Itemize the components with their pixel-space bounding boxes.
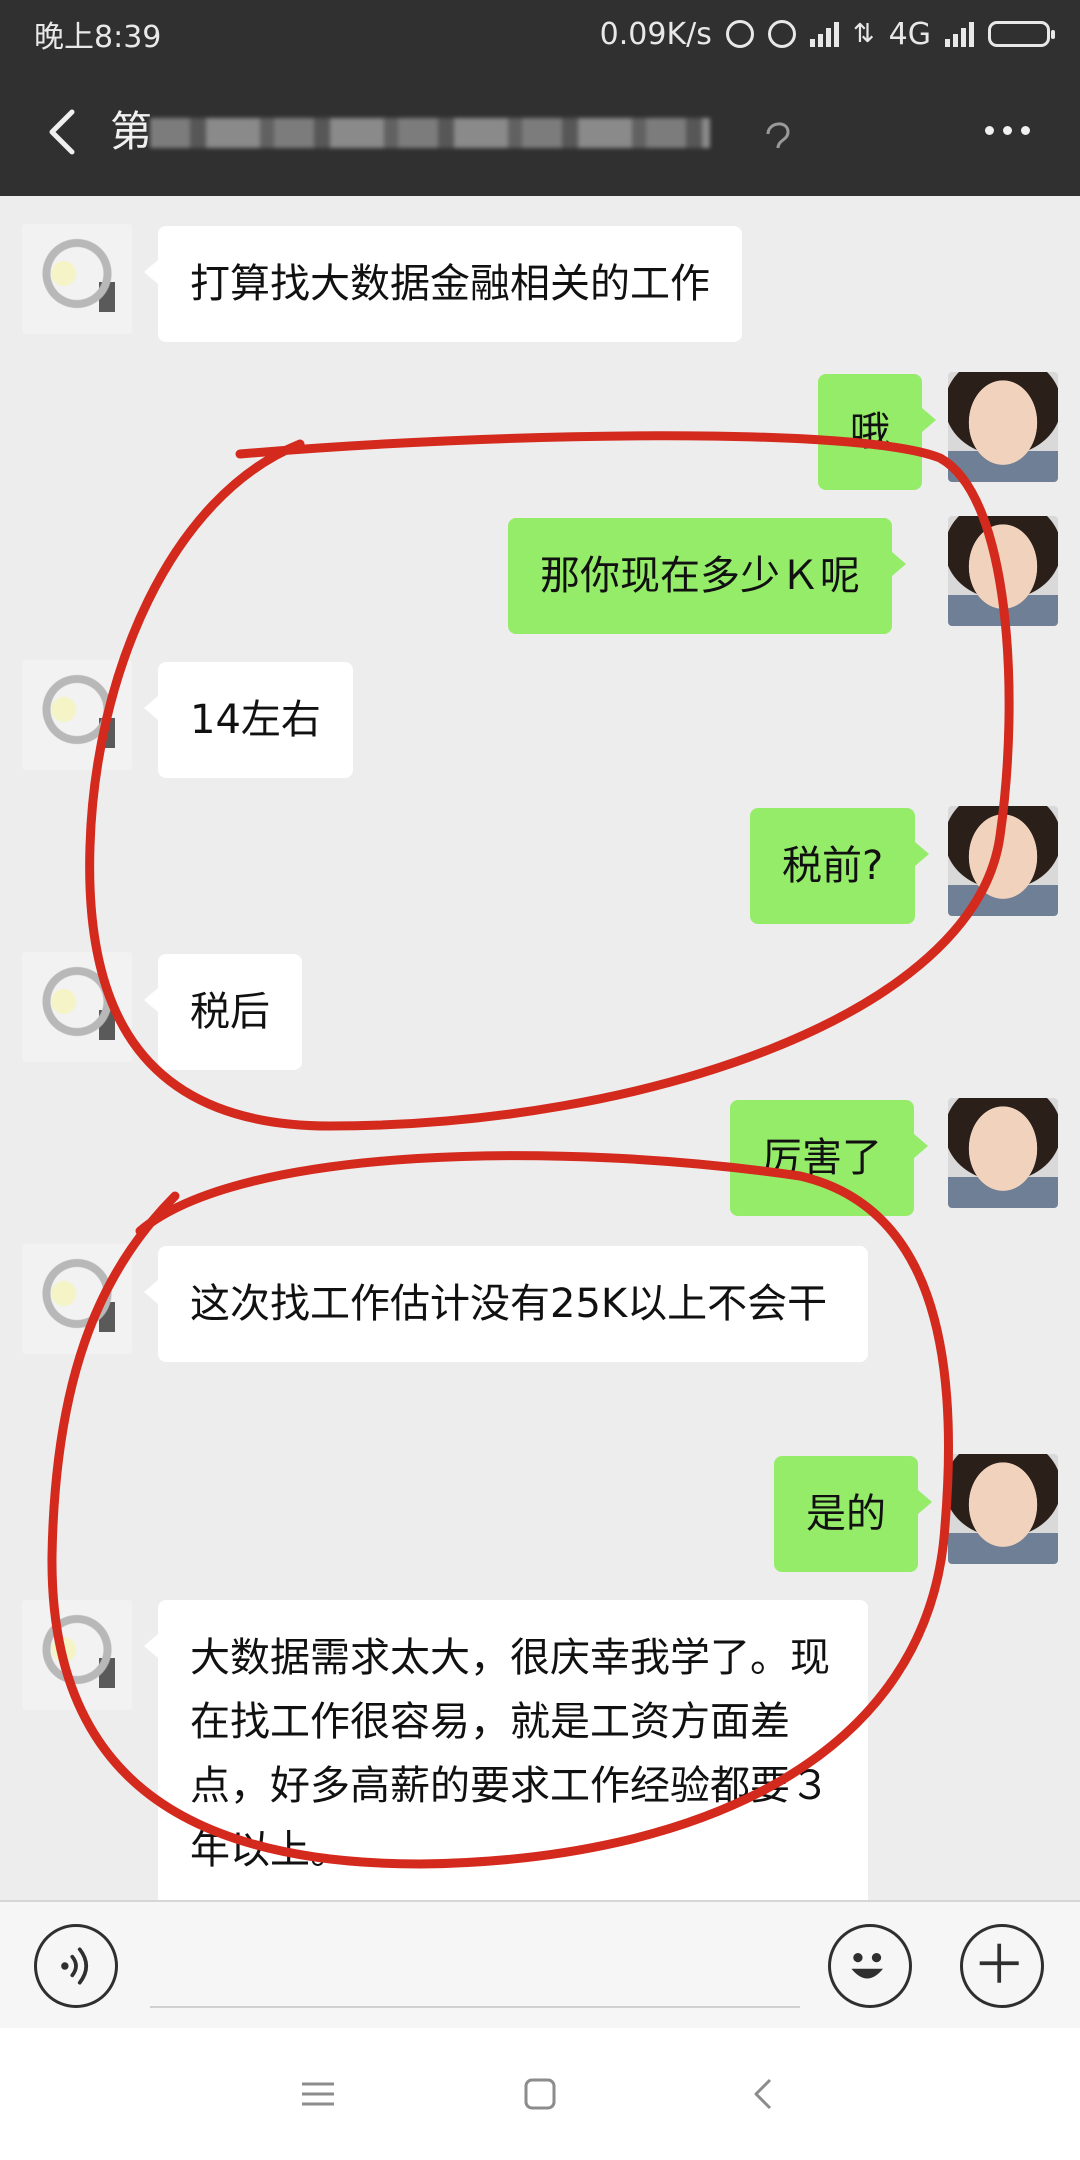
- cell-signal-icon: [945, 21, 974, 47]
- voice-icon: [61, 1947, 89, 1985]
- message-bubble-received[interactable]: 打算找大数据金融相关的工作: [144, 226, 742, 342]
- status-time: 晚上8:39: [34, 20, 162, 55]
- my-avatar[interactable]: [948, 1454, 1058, 1564]
- back-nav-icon[interactable]: [738, 2068, 790, 2120]
- ear-icon: [766, 122, 790, 149]
- message-bubble-received[interactable]: 大数据需求太大，很庆幸我学了。现在找工作很容易，就是工资方面差点，好多高薪的要求…: [144, 1600, 868, 1900]
- net-speed: 0.09K/s: [599, 16, 712, 52]
- message-input[interactable]: [150, 1924, 800, 2008]
- message-bubble-sent[interactable]: 那你现在多少Ｋ呢: [508, 518, 906, 634]
- status-bar: 晚上8:39 0.09K/s ⇅ 4G: [0, 0, 1080, 68]
- system-nav-bar: [0, 2028, 1080, 2160]
- status-icons: 0.09K/s ⇅ 4G: [599, 10, 1055, 58]
- message-bubble-sent[interactable]: 是的: [774, 1456, 932, 1572]
- message-text: 这次找工作估计没有25K以上不会干: [190, 1281, 828, 1327]
- voice-button[interactable]: [34, 1924, 118, 2008]
- message-text: 大数据需求太大，很庆幸我学了。现在找工作很容易，就是工资方面差点，好多高薪的要求…: [190, 1635, 830, 1873]
- message-text: 厉害了: [762, 1135, 882, 1181]
- plus-button[interactable]: [960, 1924, 1044, 2008]
- menu-icon[interactable]: [292, 2068, 344, 2120]
- my-avatar[interactable]: [948, 1098, 1058, 1208]
- contact-avatar[interactable]: [22, 1244, 132, 1354]
- wifi-signal-icon: [809, 21, 839, 47]
- plus-icon: [979, 1943, 1019, 1983]
- emoji-icon: [851, 1953, 883, 1979]
- message-bubble-sent[interactable]: 税前?: [750, 808, 930, 924]
- data-arrows-icon: ⇅: [852, 19, 875, 49]
- message-text: 打算找大数据金融相关的工作: [190, 261, 710, 307]
- battery-icon: [988, 21, 1055, 47]
- message-bubble-sent[interactable]: 哦: [818, 374, 936, 490]
- message-bubble-received[interactable]: 这次找工作估计没有25K以上不会干: [144, 1246, 868, 1362]
- message-bubble-sent[interactable]: 厉害了: [730, 1100, 928, 1216]
- chat-title: 第: [110, 102, 760, 162]
- contact-avatar[interactable]: [22, 224, 132, 334]
- emoji-button[interactable]: [828, 1924, 912, 2008]
- my-avatar[interactable]: [948, 516, 1058, 626]
- back-icon[interactable]: [38, 106, 90, 158]
- message-bubble-received[interactable]: 税后: [144, 954, 302, 1070]
- message-text: 那你现在多少Ｋ呢: [540, 553, 860, 599]
- message-bubble-received[interactable]: 14左右: [144, 662, 353, 778]
- my-avatar[interactable]: [948, 372, 1058, 482]
- alarm-icon: [767, 20, 796, 48]
- contact-avatar[interactable]: [22, 1600, 132, 1710]
- home-icon[interactable]: [514, 2068, 566, 2120]
- chat-area: 打算找大数据金融相关的工作 哦 那你现在多少Ｋ呢 14左右 税前? 税后 厉害了…: [0, 196, 1080, 1900]
- message-text: 14左右: [190, 697, 321, 743]
- input-bar: [0, 1900, 1080, 2028]
- message-text: 是的: [806, 1491, 886, 1537]
- message-text: 哦: [850, 409, 890, 455]
- title-bar: 第: [0, 68, 1080, 196]
- my-avatar[interactable]: [948, 806, 1058, 916]
- mute-icon: [725, 20, 754, 48]
- title-blurred-region: [150, 118, 710, 148]
- more-icon[interactable]: [985, 126, 1030, 135]
- contact-avatar[interactable]: [22, 660, 132, 770]
- message-text: 税后: [190, 989, 270, 1035]
- network-type: 4G: [888, 16, 931, 52]
- message-text: 税前?: [782, 843, 884, 889]
- chat-title-text: 第: [110, 107, 153, 156]
- contact-avatar[interactable]: [22, 952, 132, 1062]
